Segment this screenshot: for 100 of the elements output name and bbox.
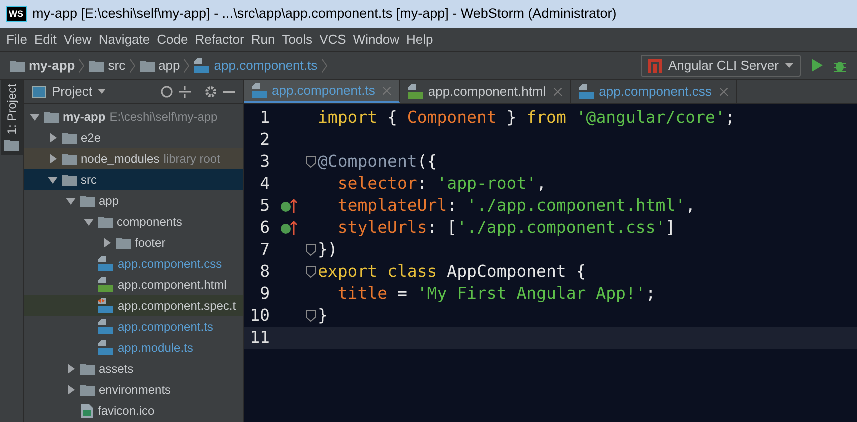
tree-item[interactable]: app xyxy=(24,190,243,211)
line-number: 10 xyxy=(249,304,270,327)
breadcrumb[interactable]: app.component.ts xyxy=(214,56,318,76)
tree-item[interactable]: my-app E:\ceshi\self\my-app xyxy=(24,106,243,127)
css-file-icon xyxy=(98,256,114,271)
menu-item[interactable]: Tools xyxy=(278,30,316,50)
menu-item[interactable]: Code xyxy=(154,30,192,50)
breadcrumb[interactable]: my-app xyxy=(29,56,76,76)
menu-item[interactable]: File xyxy=(3,30,31,50)
code-line: selector: 'app-root', xyxy=(336,172,546,195)
close-icon[interactable] xyxy=(720,88,728,96)
tree-item[interactable]: app.component.spec.t xyxy=(24,295,243,316)
collapsed-arrow-icon[interactable] xyxy=(48,154,58,164)
tree-item[interactable]: assets xyxy=(24,358,243,379)
implements-marker-icon[interactable] xyxy=(280,220,298,236)
run-configuration-dropdown[interactable]: Angular CLI Server xyxy=(641,54,801,76)
tree-item-label: node_modules xyxy=(81,150,160,168)
tree-item[interactable]: app.component.ts xyxy=(24,316,243,337)
expanded-arrow-icon[interactable] xyxy=(66,196,76,206)
chevron-icon xyxy=(130,58,136,72)
chevron-icon xyxy=(79,58,86,72)
collapsed-arrow-icon[interactable] xyxy=(66,384,76,394)
tree-item[interactable]: components xyxy=(24,211,243,232)
collapse-icon[interactable] xyxy=(179,86,191,98)
collapsed-arrow-icon[interactable] xyxy=(48,132,58,142)
tree-item[interactable]: app.component.html xyxy=(24,274,243,295)
line-number: 1 xyxy=(259,106,270,129)
test-file-icon xyxy=(98,298,114,313)
tree-item-label: assets xyxy=(99,360,134,378)
collapsed-arrow-icon[interactable] xyxy=(66,364,76,374)
menu-item[interactable]: Refactor xyxy=(192,30,248,50)
breadcrumb[interactable]: src xyxy=(108,56,126,76)
code-line: }) xyxy=(318,238,338,261)
code-line: } xyxy=(318,304,328,327)
folder-icon xyxy=(4,138,19,151)
line-number: 3 xyxy=(259,150,270,173)
folder-icon xyxy=(89,60,104,72)
code-line: templateUrl: './app.component.html', xyxy=(336,194,696,217)
html-file-icon xyxy=(408,84,424,99)
caret-icon[interactable] xyxy=(98,89,106,94)
project-tool-tab[interactable]: 1: Project xyxy=(0,80,22,155)
code-line: @Component({ xyxy=(318,150,438,173)
tree-item[interactable]: app.module.ts xyxy=(24,337,243,358)
tree-item-label: my-app xyxy=(63,108,106,126)
fold-marker-icon[interactable] xyxy=(306,244,316,256)
fold-marker-icon[interactable] xyxy=(306,156,316,168)
line-number: 11 xyxy=(249,326,270,349)
caret-icon xyxy=(785,63,794,68)
close-icon[interactable] xyxy=(554,88,562,96)
fold-marker-icon[interactable] xyxy=(306,266,316,278)
line-number: 2 xyxy=(259,128,270,151)
implements-marker-icon[interactable] xyxy=(280,198,298,214)
expanded-arrow-icon[interactable] xyxy=(48,174,58,184)
ts-file-icon xyxy=(194,58,210,73)
tree-item-label: app.module.ts xyxy=(118,340,194,356)
menu-item[interactable]: Run xyxy=(248,30,279,50)
tree-item[interactable]: node_modules library root xyxy=(24,148,243,169)
menu-item[interactable]: VCS xyxy=(316,30,350,50)
tree-item-label: src xyxy=(81,172,97,188)
fold-marker-icon[interactable] xyxy=(306,310,316,322)
menu-item[interactable]: Help xyxy=(403,30,437,50)
breadcrumb[interactable]: app xyxy=(158,56,180,76)
tree-item[interactable]: footer xyxy=(24,232,243,253)
panel-title[interactable]: Project xyxy=(52,82,92,102)
tree-item[interactable]: src xyxy=(24,169,243,190)
folder-icon xyxy=(80,362,95,374)
folder-icon xyxy=(62,152,77,164)
run-icon[interactable] xyxy=(811,59,823,72)
editor-tab[interactable]: app.component.html xyxy=(400,80,572,103)
line-number: 8 xyxy=(259,260,270,283)
tree-item-label: app xyxy=(99,192,120,210)
folder-icon xyxy=(80,194,95,206)
tree-item[interactable]: e2e xyxy=(24,127,243,148)
collapsed-arrow-icon[interactable] xyxy=(102,238,112,248)
angular-cli-icon xyxy=(648,58,662,72)
line-number: 5 xyxy=(259,194,270,217)
panel-icon xyxy=(32,86,46,98)
folder-icon xyxy=(10,60,25,72)
menu-item[interactable]: Window xyxy=(350,30,404,50)
tree-item[interactable]: favicon.ico xyxy=(24,400,243,421)
line-number: 4 xyxy=(259,172,270,195)
code-line: styleUrls: ['./app.component.css'] xyxy=(336,216,676,239)
code-editor[interactable] xyxy=(244,104,857,422)
html-file-icon xyxy=(98,277,114,292)
editor-tab[interactable]: app.component.css xyxy=(571,80,737,103)
folder-icon xyxy=(44,110,59,122)
ts-file-icon xyxy=(98,340,114,355)
tree-item[interactable]: environments xyxy=(24,379,243,400)
menu-item[interactable]: Navigate xyxy=(95,30,154,50)
code-line: title = 'My First Angular App!'; xyxy=(336,282,656,305)
expanded-arrow-icon[interactable] xyxy=(84,216,94,226)
tree-item-label: favicon.ico xyxy=(98,402,155,420)
code-line: export class AppComponent { xyxy=(318,260,586,283)
folder-icon xyxy=(140,60,155,72)
expanded-arrow-icon[interactable] xyxy=(30,112,40,122)
line-number: 9 xyxy=(259,282,270,305)
menu-item[interactable]: Edit xyxy=(30,30,60,50)
target-icon[interactable] xyxy=(161,86,173,98)
menu-item[interactable]: View xyxy=(60,30,96,50)
tree-item[interactable]: app.component.css xyxy=(24,253,243,274)
